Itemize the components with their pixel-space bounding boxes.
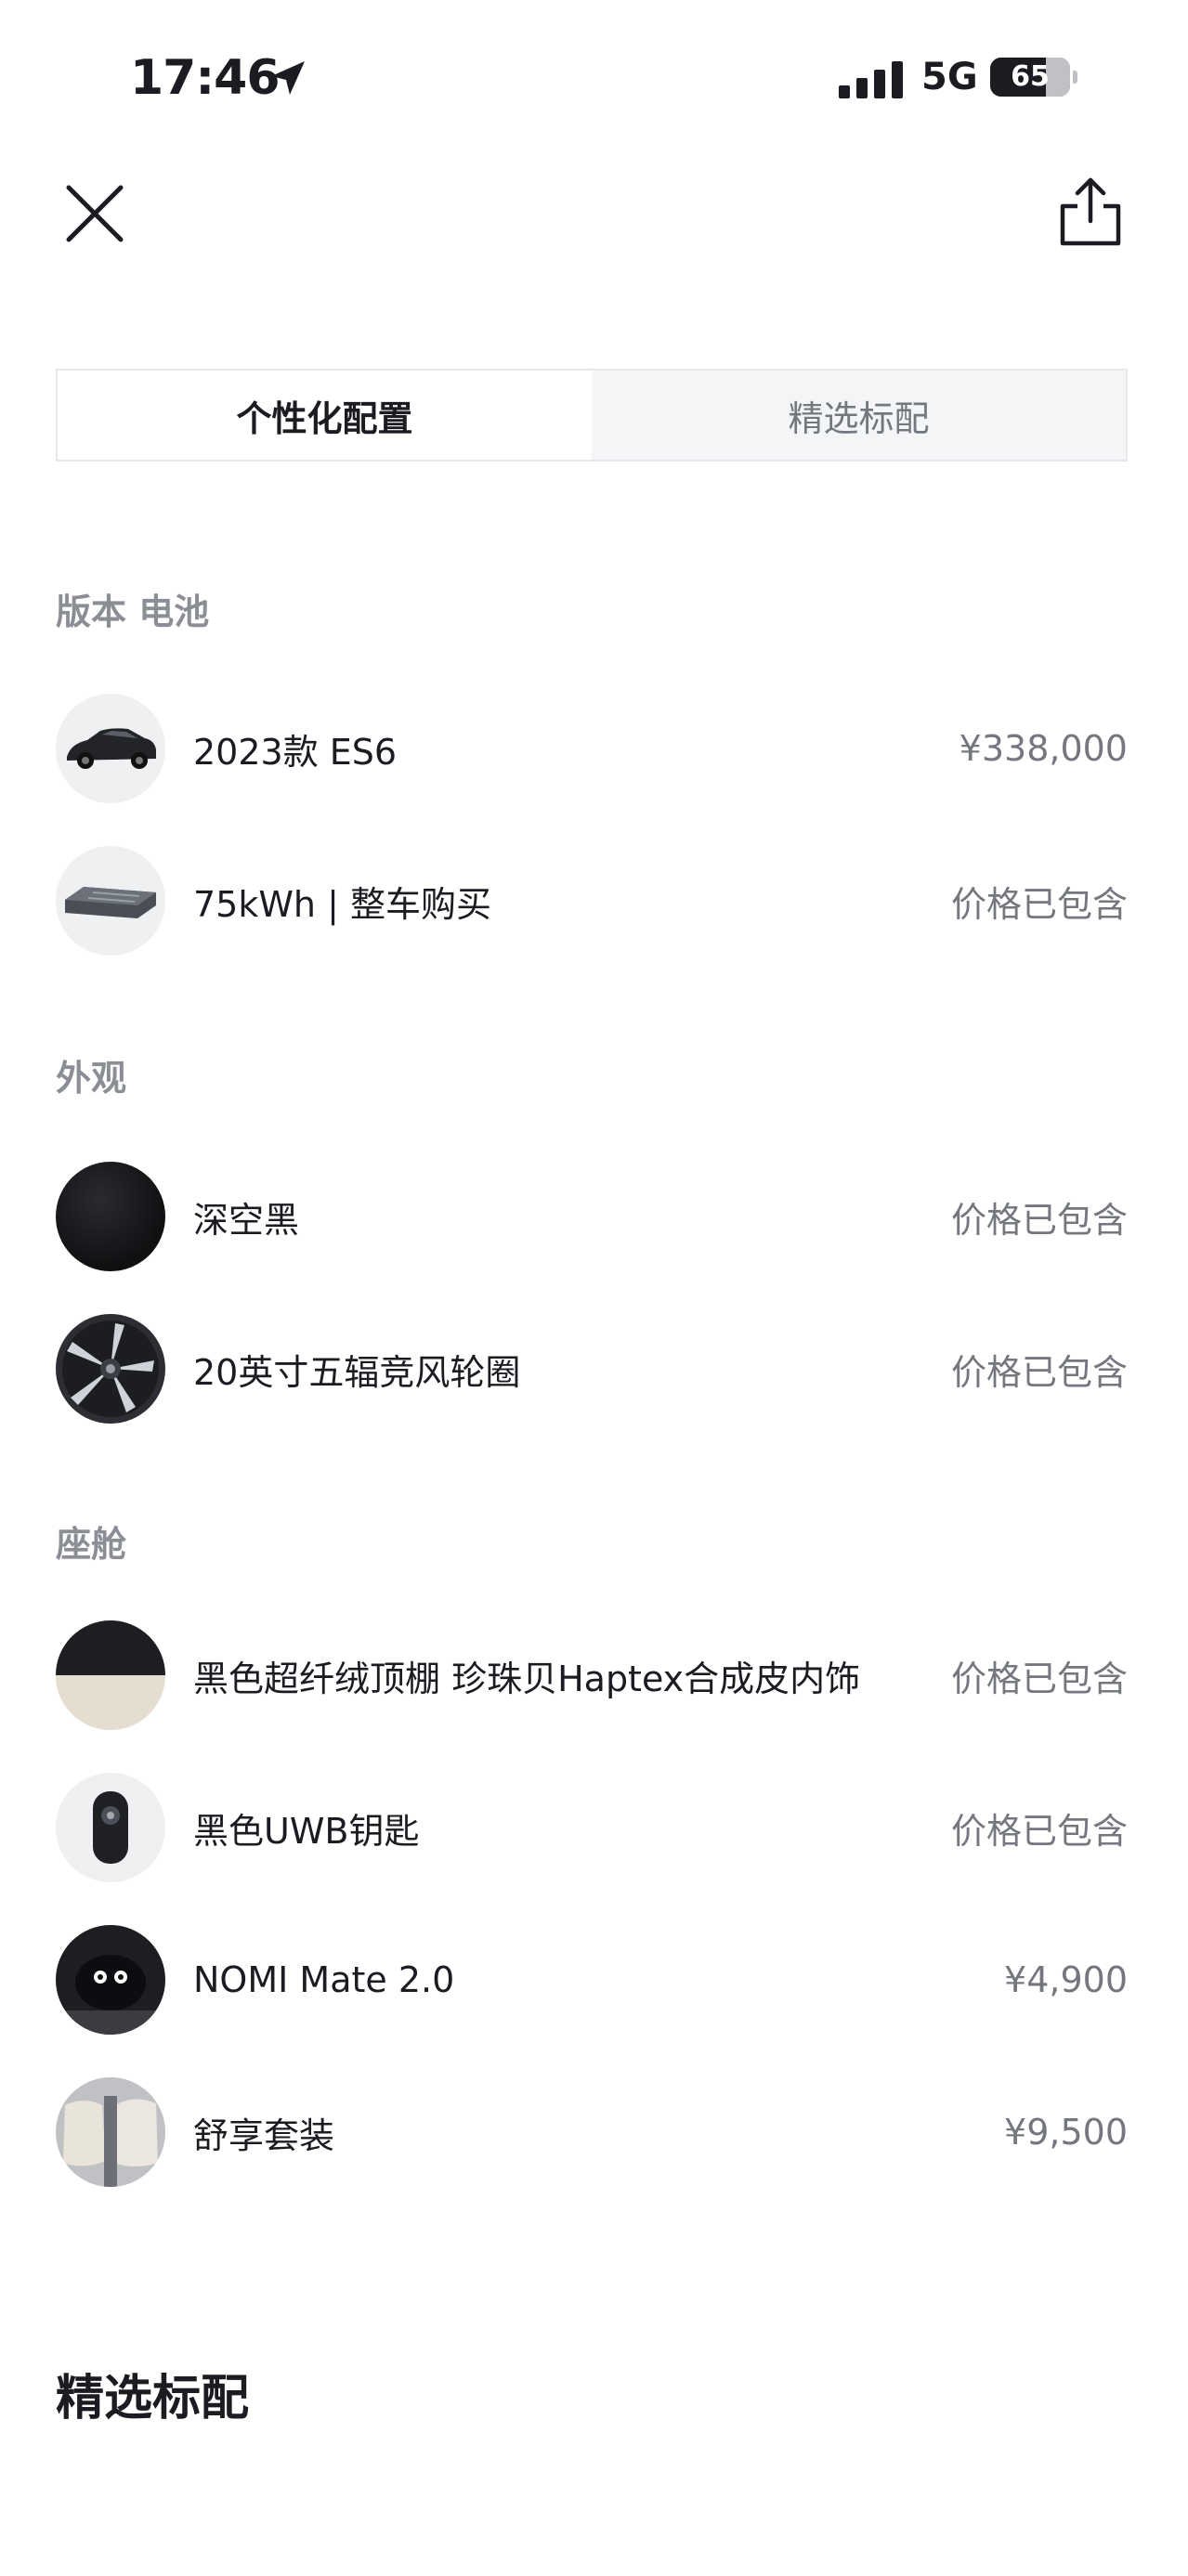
close-icon	[66, 185, 124, 242]
item-price: ¥4,900	[1004, 1959, 1128, 2000]
item-label: 2023款 ES6	[193, 731, 398, 773]
tab-selected-standard[interactable]: 精选标配	[592, 371, 1126, 460]
list-item-uwb-key[interactable]: 黑色UWB钥匙 价格已包含	[56, 1772, 1128, 1883]
list-item-version[interactable]: 2023款 ES6 ¥338,000	[56, 693, 1128, 804]
network-type: 5G	[921, 56, 978, 98]
item-label: 舒享套装	[193, 2114, 335, 2156]
list-item-interior[interactable]: 黑色超纤绒顶棚 珍珠贝Haptex合成皮内饰 价格已包含	[56, 1620, 1128, 1731]
signal-strength-icon	[839, 61, 903, 98]
list-item-paint[interactable]: 深空黑 价格已包含	[56, 1161, 1128, 1272]
item-price: ¥9,500	[1004, 2112, 1128, 2153]
item-price: 价格已包含	[950, 883, 1128, 925]
item-label: 黑色超纤绒顶棚 珍珠贝Haptex合成皮内饰	[193, 1658, 861, 1699]
config-tabs: 个性化配置 精选标配	[56, 369, 1128, 462]
tab-personalized-config[interactable]: 个性化配置	[58, 371, 592, 460]
battery-level: 65	[1011, 60, 1050, 93]
item-label: 黑色UWB钥匙	[193, 1810, 420, 1852]
item-label: 75kWh | 整车购买	[193, 883, 491, 925]
item-price: 价格已包含	[950, 1351, 1128, 1393]
list-item-wheel[interactable]: 20英寸五辐竞风轮圈 价格已包含	[56, 1313, 1128, 1425]
status-time: 17:46	[130, 50, 281, 106]
list-item-comfort-package[interactable]: 舒享套装 ¥9,500	[56, 2076, 1128, 2188]
battery-nub	[1073, 71, 1077, 84]
uwb-key-thumbnail-icon	[56, 1773, 165, 1882]
section-title-version-battery: 版本 电池	[56, 592, 210, 632]
section-title-exterior: 外观	[56, 1058, 127, 1099]
seat-thumbnail-icon	[56, 2077, 165, 2187]
car-thumbnail-icon	[56, 694, 165, 803]
standard-features-heading: 精选标配	[56, 2371, 250, 2426]
battery-icon: 65	[990, 58, 1070, 97]
wheel-thumbnail-icon	[56, 1314, 165, 1424]
color-swatch-black-icon	[56, 1162, 165, 1271]
item-price: 价格已包含	[950, 1199, 1128, 1241]
battery-pack-thumbnail-icon	[56, 846, 165, 956]
section-title-cabin: 座舱	[56, 1524, 127, 1565]
item-label: 深空黑	[193, 1199, 300, 1241]
item-price: 价格已包含	[950, 1658, 1128, 1699]
close-button[interactable]	[58, 176, 132, 251]
item-label: 20英寸五辐竞风轮圈	[193, 1351, 521, 1393]
nomi-thumbnail-icon	[56, 1925, 165, 2035]
status-bar: 17:46 5G 65	[0, 0, 1188, 158]
share-icon	[1060, 177, 1121, 246]
item-price: ¥338,000	[959, 728, 1128, 769]
interior-swatch-icon	[56, 1620, 165, 1730]
location-arrow-icon	[271, 61, 305, 95]
list-item-battery[interactable]: 75kWh | 整车购买 价格已包含	[56, 845, 1128, 956]
item-label: NOMI Mate 2.0	[193, 1959, 455, 2000]
list-item-nomi[interactable]: NOMI Mate 2.0 ¥4,900	[56, 1924, 1128, 2036]
item-price: 价格已包含	[950, 1810, 1128, 1852]
share-button[interactable]	[1053, 173, 1128, 251]
